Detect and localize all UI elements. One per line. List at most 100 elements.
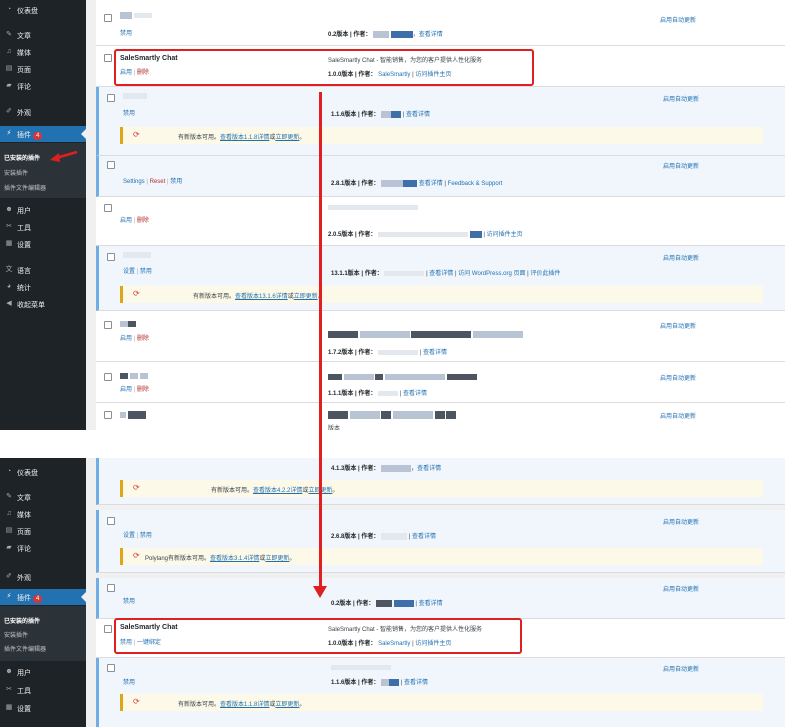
enable-link[interactable]: 启用 (120, 218, 132, 224)
checkbox-icon[interactable] (107, 664, 115, 672)
update-count-badge: 4 (33, 132, 43, 140)
submenu-editor[interactable]: 插件文件编辑器 (4, 644, 46, 653)
auto-update-link[interactable]: 启用自动更新 (660, 373, 696, 382)
view-version-link[interactable]: 查看版本1.1.8详情 (220, 135, 269, 141)
settings-icon: ▦ (5, 704, 13, 711)
menu-comments[interactable]: ▰ 评论 (0, 78, 86, 94)
enable-link[interactable]: 启用 (120, 387, 132, 393)
delete-link[interactable]: 删除 (137, 387, 149, 393)
menu-posts[interactable]: ✎ 文章 (0, 489, 86, 505)
auto-update-link[interactable]: 启用自动更新 (660, 15, 696, 24)
menu-settings[interactable]: ▦ 设置 (0, 236, 86, 252)
feedback-link[interactable]: Feedback & Support (448, 181, 503, 187)
update-now-link[interactable]: 立即更新 (294, 294, 318, 300)
checkbox-icon[interactable] (104, 54, 112, 62)
checkbox-icon[interactable] (107, 94, 115, 102)
reset-link[interactable]: Reset (150, 179, 166, 185)
submenu-add-new[interactable]: 安装插件 (4, 630, 28, 639)
plugin-description-blurred (331, 665, 391, 671)
checkbox-icon[interactable] (104, 625, 112, 633)
submenu-installed[interactable]: 已安装的插件 (4, 616, 40, 625)
menu-posts[interactable]: ✎ 文章 (0, 27, 86, 43)
auto-update-link[interactable]: 启用自动更新 (663, 517, 699, 526)
menu-pages[interactable]: ▤ 页面 (0, 523, 86, 539)
checkbox-icon[interactable] (104, 321, 112, 329)
settings-link[interactable]: Settings (123, 179, 145, 185)
disable-link[interactable]: 禁用 (123, 680, 135, 686)
view-details-link[interactable]: 查看详情 (404, 680, 428, 686)
checkbox-icon[interactable] (107, 584, 115, 592)
auto-update-link[interactable]: 启用自动更新 (663, 584, 699, 593)
menu-appearance[interactable]: ✐ 外观 (0, 569, 86, 585)
submenu-editor[interactable]: 插件文件编辑器 (4, 183, 46, 192)
menu-plugins[interactable]: ⚡ 插件 4 (0, 126, 86, 142)
checkbox-icon[interactable] (104, 204, 112, 212)
view-details-link[interactable]: 查看详情 (406, 112, 430, 118)
submenu-installed[interactable]: 已安装的插件 (4, 153, 40, 162)
menu-comments[interactable]: ▰ 评论 (0, 540, 86, 556)
checkbox-icon[interactable] (107, 161, 115, 169)
menu-label: 仪表盘 (17, 470, 38, 477)
menu-tools[interactable]: ✂ 工具 (0, 682, 86, 698)
menu-media[interactable]: ♫ 媒体 (0, 506, 86, 522)
auto-update-link[interactable]: 启用自动更新 (660, 411, 696, 420)
plugin-name-blurred (120, 321, 136, 328)
view-details-link[interactable]: 查看详情 (423, 350, 447, 356)
update-now-link[interactable]: 立即更新 (275, 702, 299, 708)
view-details-link[interactable]: 查看详情 (403, 391, 427, 397)
menu-dashboard[interactable]: ◔ 仪表盘 (0, 2, 86, 18)
visit-site-link[interactable]: 访问插件主页 (487, 232, 523, 238)
menu-settings[interactable]: ▦ 设置 (0, 700, 86, 716)
view-details-link[interactable]: 查看详情 (419, 32, 443, 38)
auto-update-link[interactable]: 启用自动更新 (663, 161, 699, 170)
auto-update-link[interactable]: 启用自动更新 (663, 253, 699, 262)
checkbox-icon[interactable] (104, 411, 112, 419)
menu-media[interactable]: ♫ 媒体 (0, 44, 86, 60)
view-version-link[interactable]: 查看版本3.1.4详情 (210, 556, 259, 562)
update-now-link[interactable]: 立即更新 (265, 556, 289, 562)
menu-plugins[interactable]: ⚡ 插件 4 (0, 589, 86, 605)
submenu-add-new[interactable]: 安装插件 (4, 168, 28, 177)
view-details-link[interactable]: 查看详情 (417, 466, 441, 472)
settings-link[interactable]: 设置 (123, 269, 135, 275)
menu-pages[interactable]: ▤ 页面 (0, 61, 86, 77)
menu-users[interactable]: ☻ 用户 (0, 202, 86, 218)
disable-link[interactable]: 禁用 (140, 269, 152, 275)
enable-link[interactable]: 启用 (120, 336, 132, 342)
update-now-link[interactable]: 立即更新 (275, 135, 299, 141)
wp-org-link[interactable]: 访问 WordPress.org 页面 (458, 271, 525, 277)
menu-collapse[interactable]: ◀ 收起菜单 (0, 296, 86, 312)
view-version-link[interactable]: 查看版本13.1.6详情 (235, 294, 288, 300)
menu-dashboard[interactable]: ◔ 仪表盘 (0, 464, 86, 480)
disable-link[interactable]: 禁用 (140, 533, 152, 539)
menu-stats[interactable]: ◕ 统计 (0, 279, 86, 295)
sep: | (419, 350, 422, 356)
checkbox-icon[interactable] (107, 517, 115, 525)
menu-appearance[interactable]: ✐ 外观 (0, 104, 86, 120)
view-version-link[interactable]: 查看版本1.1.8详情 (220, 702, 269, 708)
view-details-link[interactable]: 查看详情 (429, 271, 453, 277)
view-details-link[interactable]: 查看详情 (412, 534, 436, 540)
menu-tools[interactable]: ✂ 工具 (0, 219, 86, 235)
checkbox-icon[interactable] (104, 14, 112, 22)
view-details-link[interactable]: 查看详情 (419, 181, 443, 187)
view-version-link[interactable]: 查看版本4.2.2详情 (253, 488, 302, 494)
author-label: 作者： (361, 466, 380, 472)
settings-link[interactable]: 设置 (123, 533, 135, 539)
disable-link[interactable]: 禁用 (123, 599, 135, 605)
delete-link[interactable]: 删除 (137, 336, 149, 342)
auto-update-link[interactable]: 启用自动更新 (660, 321, 696, 330)
plugin-meta: 2.6.8版本 | 作者： | 查看详情 (331, 531, 436, 540)
delete-link[interactable]: 删除 (137, 218, 149, 224)
auto-update-link[interactable]: 启用自动更新 (663, 664, 699, 673)
menu-language[interactable]: 文语言 (0, 262, 86, 278)
rate-link[interactable]: 评价此插件 (530, 271, 560, 277)
auto-update-link[interactable]: 启用自动更新 (663, 94, 699, 103)
disable-link[interactable]: 禁用 (120, 31, 132, 37)
checkbox-icon[interactable] (104, 373, 112, 381)
menu-users[interactable]: ☻ 用户 (0, 664, 86, 680)
disable-link[interactable]: 禁用 (123, 111, 135, 117)
disable-link[interactable]: 禁用 (170, 179, 182, 185)
view-details-link[interactable]: 查看详情 (419, 601, 443, 607)
checkbox-icon[interactable] (107, 253, 115, 261)
